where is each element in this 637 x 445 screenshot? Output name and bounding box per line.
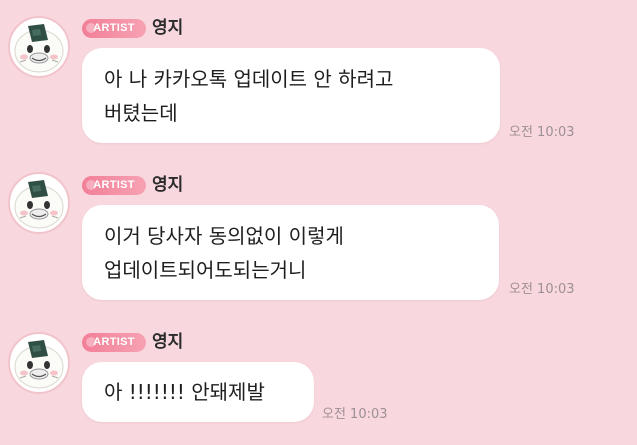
avatar[interactable] [8, 16, 70, 78]
artist-badge-label: ARTIST [93, 22, 135, 34]
badge-dot-icon [86, 337, 96, 347]
message-time: 오전 10:03 [509, 282, 575, 297]
artist-badge: ARTIST [82, 19, 146, 38]
artist-badge-label: ARTIST [93, 336, 135, 348]
avatar[interactable] [8, 332, 70, 394]
sender-name: 영지 [152, 18, 184, 38]
message-bubble[interactable]: 아 !!!!!!! 안돼제발 [82, 362, 314, 422]
chat-room: ARTIST 영지 아 나 카카오톡 업데이트 안 하려고 버텼는데 오전 10… [0, 0, 637, 445]
artist-badge-label: ARTIST [93, 179, 135, 191]
sender-name: 영지 [152, 175, 184, 195]
rice-ball-character-icon [14, 24, 64, 73]
message-time: 오전 10:03 [509, 125, 575, 140]
rice-ball-character-icon [14, 180, 64, 229]
avatar[interactable] [8, 172, 70, 234]
message-bubble[interactable]: 이거 당사자 동의없이 이렇게 업데이트되어도되는거니 [82, 205, 499, 300]
rice-ball-character-icon [14, 340, 64, 389]
sender-name: 영지 [152, 332, 184, 352]
artist-badge: ARTIST [82, 333, 146, 352]
message-time: 오전 10:03 [322, 407, 388, 422]
badge-dot-icon [86, 180, 96, 190]
message-bubble[interactable]: 아 나 카카오톡 업데이트 안 하려고 버텼는데 [82, 48, 500, 143]
artist-badge: ARTIST [82, 176, 146, 195]
badge-dot-icon [86, 23, 96, 33]
